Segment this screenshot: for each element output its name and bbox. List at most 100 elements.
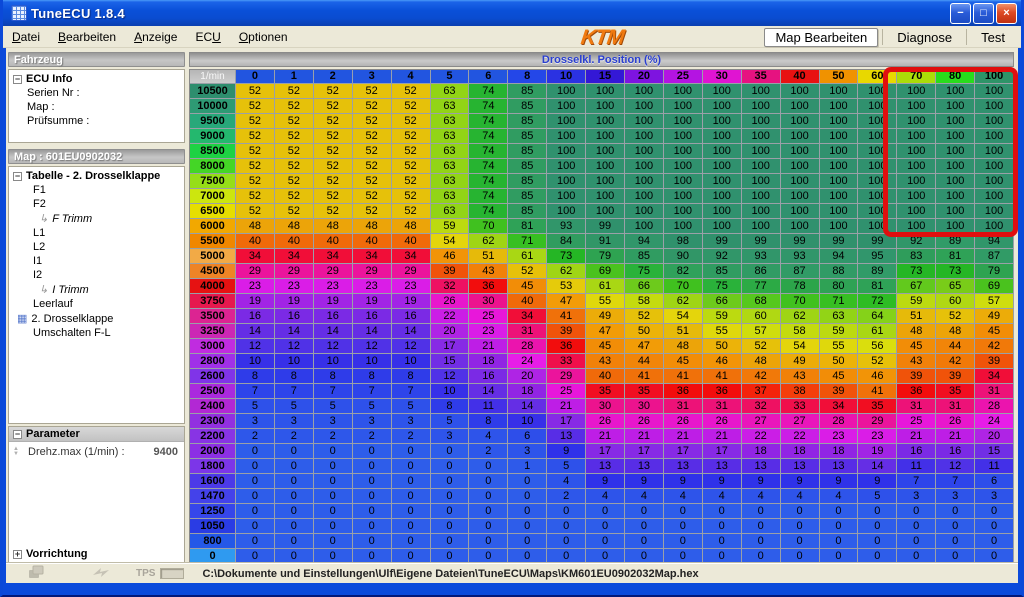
map-cell[interactable]: 85 [508,159,547,174]
map-cell[interactable]: 52 [353,189,392,204]
map-cell[interactable]: 32 [431,279,470,294]
expand-icon[interactable]: + [13,550,22,559]
map-cell[interactable]: 52 [392,99,431,114]
map-cell[interactable]: 16 [469,369,508,384]
map-cell[interactable]: 100 [975,99,1014,114]
map-cell[interactable]: 0 [703,549,742,564]
map-cell[interactable]: 13 [625,459,664,474]
map-cell[interactable]: 52 [236,204,275,219]
map-cell[interactable]: 34 [314,249,353,264]
map-cell[interactable]: 86 [742,264,781,279]
map-cell[interactable]: 15 [431,354,470,369]
map-cell[interactable]: 59 [897,294,936,309]
map-cell[interactable]: 47 [547,294,586,309]
map-cell[interactable]: 0 [431,534,470,549]
map-cell[interactable]: 93 [547,219,586,234]
map-cell[interactable]: 52 [314,204,353,219]
map-cell[interactable]: 100 [858,84,897,99]
map-cell[interactable]: 100 [703,174,742,189]
map-cell[interactable]: 88 [820,264,859,279]
map-cell[interactable]: 7 [936,474,975,489]
map-cell[interactable]: 52 [353,84,392,99]
map-cell[interactable]: 100 [742,84,781,99]
map-cell[interactable]: 13 [781,459,820,474]
map-cell[interactable]: 52 [353,129,392,144]
map-cell[interactable]: 100 [586,114,625,129]
map-cell[interactable]: 71 [820,294,859,309]
map-cell[interactable]: 5 [858,489,897,504]
map-cell[interactable]: 62 [547,264,586,279]
map-cell[interactable]: 100 [625,159,664,174]
map-cell[interactable]: 100 [625,99,664,114]
map-cell[interactable]: 0 [392,504,431,519]
map-cell[interactable]: 100 [547,84,586,99]
map-cell[interactable]: 100 [547,174,586,189]
map-cell[interactable]: 74 [469,129,508,144]
map-cell[interactable]: 4 [469,429,508,444]
map-cell[interactable]: 52 [353,144,392,159]
tab-map-bearbeiten[interactable]: Map Bearbeiten [764,28,878,47]
map-cell[interactable]: 52 [858,354,897,369]
map-cell[interactable]: 26 [586,414,625,429]
map-cell[interactable]: 27 [742,414,781,429]
map-cell[interactable]: 28 [508,339,547,354]
map-cell[interactable]: 0 [703,534,742,549]
map-cell[interactable]: 0 [508,474,547,489]
map-cell[interactable]: 0 [625,504,664,519]
map-cell[interactable]: 10 [314,354,353,369]
map-cell[interactable]: 100 [897,159,936,174]
map-cell[interactable]: 48 [742,354,781,369]
map-cell[interactable]: 50 [820,354,859,369]
map-cell[interactable]: 40 [236,234,275,249]
map-cell[interactable]: 29 [353,264,392,279]
map-cell[interactable]: 52 [236,114,275,129]
map-cell[interactable]: 14 [392,324,431,339]
map-cell[interactable]: 4 [664,489,703,504]
map-cell[interactable]: 34 [820,399,859,414]
map-cell[interactable]: 17 [586,444,625,459]
map-cell[interactable]: 52 [275,114,314,129]
map-cell[interactable]: 5 [392,399,431,414]
map-cell[interactable]: 100 [936,174,975,189]
map-cell[interactable]: 69 [975,279,1014,294]
map-cell[interactable]: 75 [703,279,742,294]
map-cell[interactable]: 0 [353,459,392,474]
map-cell[interactable]: 48 [236,219,275,234]
map-cell[interactable]: 100 [820,189,859,204]
map-cell[interactable]: 48 [392,219,431,234]
map-cell[interactable]: 100 [936,99,975,114]
map-cell[interactable]: 26 [936,414,975,429]
map-cell[interactable]: 5 [236,399,275,414]
map-cell[interactable]: 0 [236,534,275,549]
map-cell[interactable]: 100 [625,129,664,144]
map-cell[interactable]: 0 [314,444,353,459]
map-cell[interactable]: 14 [275,324,314,339]
map-cell[interactable]: 100 [703,189,742,204]
map-cell[interactable]: 0 [469,459,508,474]
map-cell[interactable]: 74 [469,159,508,174]
map-cell[interactable]: 74 [469,204,508,219]
map-cell[interactable]: 100 [820,114,859,129]
map-cell[interactable]: 10 [353,354,392,369]
map-cell[interactable]: 100 [742,129,781,144]
map-cell[interactable]: 29 [858,414,897,429]
map-cell[interactable]: 63 [431,84,470,99]
map-cell[interactable]: 21 [586,429,625,444]
map-cell[interactable]: 100 [742,99,781,114]
map-cell[interactable]: 100 [703,204,742,219]
map-cell[interactable]: 37 [742,384,781,399]
map-cell[interactable]: 80 [820,279,859,294]
map-cell[interactable]: 21 [469,339,508,354]
map-cell[interactable]: 25 [547,384,586,399]
map-cell[interactable]: 11 [469,399,508,414]
map-cell[interactable]: 93 [742,249,781,264]
map-cell[interactable]: 100 [858,159,897,174]
map-cell[interactable]: 21 [664,429,703,444]
tree-item-f-trimm[interactable]: ↳F Trimm [9,211,184,226]
map-cell[interactable]: 100 [897,189,936,204]
map-cell[interactable]: 52 [392,189,431,204]
map-cell[interactable]: 52 [314,189,353,204]
map-cell[interactable]: 42 [936,354,975,369]
map-cell[interactable]: 100 [781,174,820,189]
map-cell[interactable]: 100 [781,114,820,129]
